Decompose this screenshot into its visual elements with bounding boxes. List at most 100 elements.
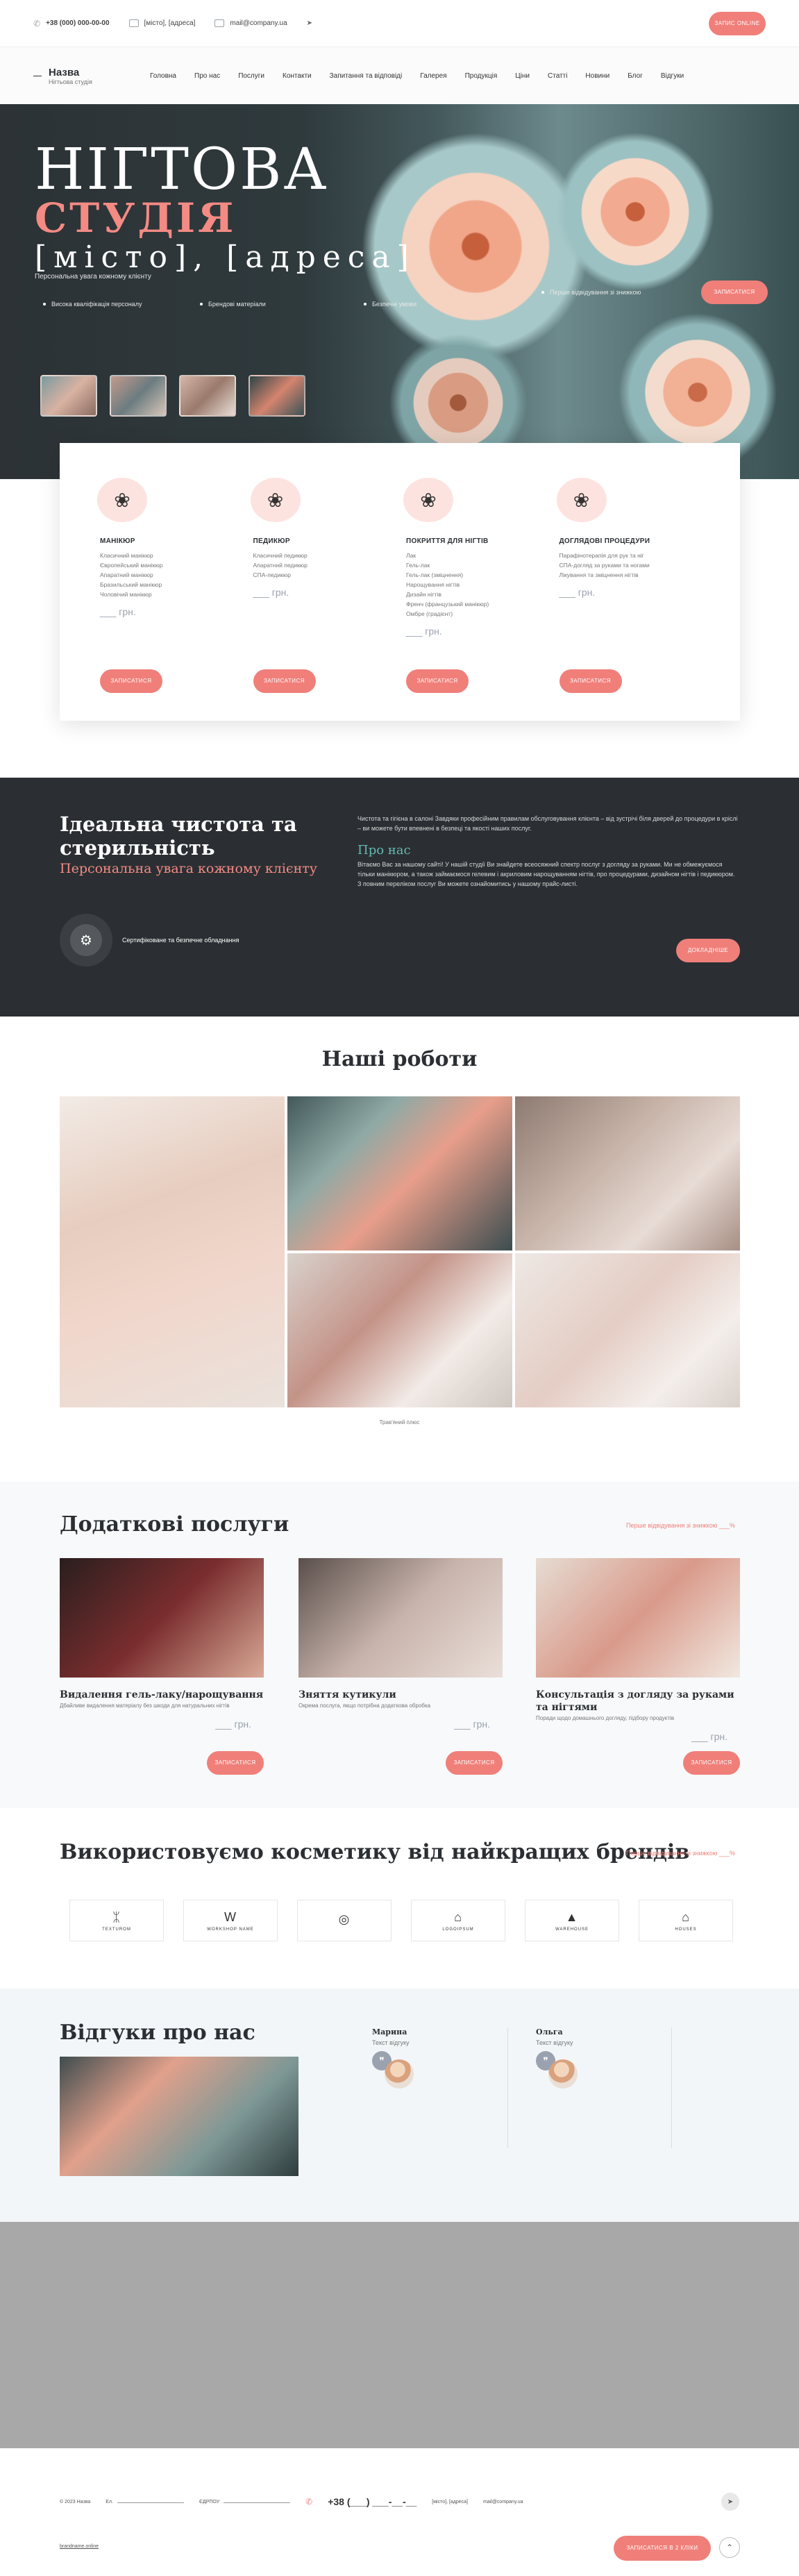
brands-title: Використовуємо косметику від найкращих б…	[60, 1840, 690, 1864]
brand-logo[interactable]: ⌂ LOGOIPSUM	[411, 1900, 505, 1941]
service-book-button[interactable]: Записатися	[253, 669, 316, 693]
arrow-up-icon[interactable]: ⌃	[719, 2537, 740, 2558]
reviews-photo	[60, 2057, 298, 2176]
service-line: Гель-лак (зміцнення)	[406, 571, 464, 578]
service-title: ПОКРИТТЯ ДЛЯ НІГТІВ	[406, 537, 489, 545]
extra-services-section: Додаткові послуги Перше відвідування зі …	[0, 1482, 799, 1808]
footer-book-button[interactable]: Записатися в 2 кліки	[614, 2536, 711, 2561]
nav-item[interactable]: Статті	[548, 72, 567, 80]
gallery-photo[interactable]	[515, 1096, 740, 1251]
nav-item[interactable]: Галерея	[420, 72, 446, 80]
extra-service-card: Зняття кутикули Окрема послуга, якщо пот…	[298, 1558, 503, 1775]
cert-ring: ⚙	[60, 914, 112, 967]
service-price: ___ грн.	[559, 587, 596, 598]
telegram-icon[interactable]: ➤	[721, 2493, 739, 2511]
gallery-photo[interactable]	[287, 1253, 512, 1407]
menu: Головна Про нас Послуги Контакти Запитан…	[150, 72, 684, 80]
telegram-icon: ➤	[306, 19, 313, 27]
about-heading: Ідеальна чистота та стерильність	[60, 812, 297, 860]
phone-icon: ✆	[305, 2497, 313, 2507]
review-text: Текст відгуку	[372, 2039, 410, 2046]
avatar	[548, 2059, 578, 2089]
avatar	[385, 2059, 414, 2089]
extra-service-book-button[interactable]: Записатися	[683, 1751, 740, 1775]
extra-service-title: Консультація з догляду за руками та нігт…	[536, 1689, 734, 1713]
brand-logo[interactable]: ᛯ TEXTUROM	[69, 1900, 164, 1941]
hero-book-button[interactable]: Записатися	[701, 281, 768, 304]
service-line: Європейський манікюр	[100, 562, 163, 569]
service-book-button[interactable]: Записатися	[100, 669, 162, 693]
discount-link[interactable]: Перше відвідування зі знижкою ___%	[626, 1522, 735, 1529]
hero-thumbnail[interactable]	[110, 375, 167, 417]
extra-service-book-button[interactable]: Записатися	[207, 1751, 264, 1775]
address-contact: [місто], [адреса]	[128, 19, 195, 27]
review-author: Ольга	[536, 2027, 563, 2036]
service-line: Класичний педикюр	[253, 552, 308, 559]
service-line: Апаратний манікюр	[100, 571, 153, 578]
gallery-photo[interactable]	[515, 1253, 740, 1407]
service-item: ❀ ДОГЛЯДОВІ ПРОЦЕДУРИ Парафінотерапія дл…	[556, 478, 713, 721]
extra-service-title: Зняття кутикули	[298, 1689, 396, 1700]
nav-item[interactable]: Контакти	[283, 72, 312, 80]
nav-item[interactable]: Про нас	[194, 72, 220, 80]
about-us-text: Вітаємо Вас за нашому сайті! У нашій сту…	[358, 861, 735, 887]
extra-service-book-button[interactable]: Записатися	[446, 1751, 503, 1775]
nav-item[interactable]: Новини	[585, 72, 609, 80]
reviews-title: Відгуки про нас	[60, 2021, 255, 2045]
hero-thumbnail[interactable]	[179, 375, 236, 417]
service-line: Нарощування нігтів	[406, 581, 460, 588]
nav-item[interactable]: Відгуки	[661, 72, 684, 80]
about-subheading: Персональна увага кожному клієнту	[60, 861, 317, 876]
nav-item[interactable]: Запитання та відповіді	[330, 72, 403, 80]
service-item: ❀ МАНІКЮР Класичний манікюр Європейський…	[97, 478, 253, 721]
discount-link[interactable]: Перше відвідування зі знижкою ___%	[626, 1850, 735, 1857]
mail-icon	[215, 19, 225, 27]
about-text-block: Чистота та гігієна в салоні Завдяки проф…	[358, 814, 739, 889]
nav-item[interactable]: Ціни	[515, 72, 530, 80]
extra-service-price: ___ грн.	[691, 1731, 727, 1742]
about-more-button[interactable]: Докладніше	[676, 939, 740, 962]
review-card: Ольга Текст відгуку ❞	[536, 2027, 672, 2148]
hero-thumbnail[interactable]	[40, 375, 97, 417]
extra-service-desc: Дбайливе видалення матеріалу без шкоди д…	[60, 1703, 230, 1709]
book-online-button[interactable]: Запис online	[709, 11, 766, 35]
hero-feature: Безпечні умови	[364, 301, 417, 308]
about-us-title: Про нас	[358, 843, 411, 858]
phone-contact[interactable]: ✆ +38 (000) 000-00-00	[33, 19, 110, 28]
service-item: ❀ ПОКРИТТЯ ДЛЯ НІГТІВ Лак Гель-лак Гель-…	[403, 478, 560, 721]
nav-item[interactable]: Головна	[150, 72, 176, 80]
hero-thumbnail[interactable]	[249, 375, 305, 417]
brand-logo[interactable]: ⌂ HOUSES	[639, 1900, 733, 1941]
footer-email[interactable]: mail@company.ua	[483, 2500, 523, 2504]
service-line: СПА-педикюр	[253, 571, 291, 578]
hero-address: [місто], [адреса]	[35, 240, 416, 275]
nav-item[interactable]: Продукція	[465, 72, 498, 80]
service-book-button[interactable]: Записатися	[559, 669, 622, 693]
brand-logo[interactable]: ◎	[297, 1900, 392, 1941]
brand-logo[interactable]: ▲ WAREHOUSE	[525, 1900, 619, 1941]
service-book-button[interactable]: Записатися	[406, 669, 469, 693]
gallery-photo[interactable]	[287, 1096, 512, 1251]
brand-logo[interactable]: W WORKSHOP NAME	[183, 1900, 278, 1941]
nav-item[interactable]: Послуги	[238, 72, 264, 80]
gallery-photo[interactable]	[60, 1096, 285, 1407]
telegram-link[interactable]: ➤	[307, 19, 312, 27]
logo[interactable]: Назва Нігтьова студія	[33, 67, 144, 85]
logo-name: Назва	[49, 66, 80, 78]
hero-flower-image	[555, 132, 715, 292]
service-icon-badge: ❀	[250, 478, 301, 522]
footer-copyright-date: © 2023 Назва	[60, 2499, 91, 2504]
footer-edrpou: ЄДРПОУ	[199, 2500, 291, 2504]
footer-phone[interactable]: +38 (___) ___-__-__	[328, 2496, 417, 2507]
footer-company: Ел.	[106, 2500, 184, 2504]
map-icon	[128, 19, 139, 27]
service-line: Гель-лак	[406, 562, 430, 569]
brands-section: Використовуємо косметику від найкращих б…	[0, 1808, 799, 1989]
email-contact[interactable]: mail@company.ua	[215, 19, 287, 27]
about-section: Ідеальна чистота та стерильність Персона…	[0, 778, 799, 1017]
map-area[interactable]	[0, 2222, 799, 2448]
about-intro: Чистота та гігієна в салоні Завдяки проф…	[358, 815, 738, 832]
nav-item[interactable]: Блог	[628, 72, 643, 80]
footer-copyright[interactable]: brandname.online	[60, 2544, 99, 2549]
service-item: ❀ ПЕДИКЮР Класичний педикюр Апаратний пе…	[250, 478, 407, 721]
